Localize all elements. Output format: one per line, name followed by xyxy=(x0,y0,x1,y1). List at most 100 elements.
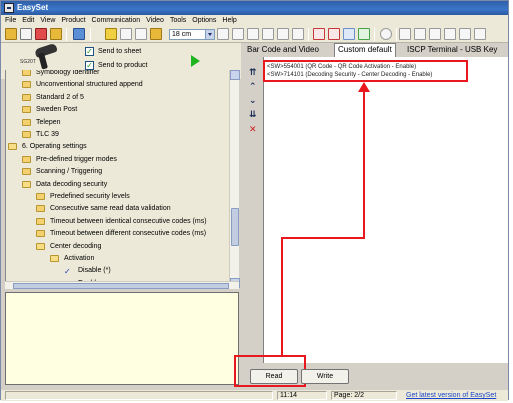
barcode-icon[interactable] xyxy=(217,28,229,40)
folder-icon xyxy=(36,217,45,225)
play-icon[interactable] xyxy=(191,55,200,67)
open-file-icon[interactable] xyxy=(50,28,62,40)
copy-icon[interactable] xyxy=(150,28,162,40)
command-sidebar: ⇈ ⌃ ⌄ ⇊ ✕ xyxy=(244,57,263,365)
move-up-icon[interactable]: ⌃ xyxy=(249,81,257,91)
scroll-thumb[interactable] xyxy=(13,283,229,289)
tree-item[interactable]: Symbology Identifier xyxy=(22,70,229,79)
menu-view[interactable]: View xyxy=(37,15,58,26)
tile-icon[interactable] xyxy=(444,28,456,40)
tree-item[interactable]: Unconventional structured append xyxy=(22,79,229,91)
table-grid-icon[interactable] xyxy=(277,28,289,40)
tree-item[interactable]: Sweden Post xyxy=(22,104,229,116)
delete-icon[interactable]: ✕ xyxy=(249,124,257,134)
write-button[interactable]: Write xyxy=(301,369,349,384)
cut-icon[interactable] xyxy=(135,28,147,40)
latest-version-link[interactable]: Get latest version of EasySet xyxy=(406,390,496,401)
annotation-arrow-line xyxy=(281,237,283,357)
barcode-small-icon[interactable] xyxy=(247,28,259,40)
tree-item[interactable]: Scanning / Triggering xyxy=(22,166,229,178)
zoom-select[interactable]: 18 cm xyxy=(169,29,215,40)
tree-vertical-scrollbar[interactable] xyxy=(229,70,240,288)
barcode-vertical-icon[interactable] xyxy=(292,28,304,40)
scroll-thumb[interactable] xyxy=(231,208,239,246)
tree-item[interactable]: Timeout between identical consecutive co… xyxy=(36,216,229,228)
pdf-icon[interactable] xyxy=(35,28,47,40)
red-check-icon[interactable] xyxy=(313,28,325,40)
save-icon[interactable] xyxy=(73,28,85,40)
dotted-square-icon[interactable] xyxy=(343,28,355,40)
check-cross-icon[interactable] xyxy=(328,28,340,40)
tab-iscp-terminal[interactable]: ISCP Terminal - USB Key xyxy=(404,44,501,57)
menu-options[interactable]: Options xyxy=(189,15,219,26)
menu-file[interactable]: File xyxy=(1,15,19,26)
tree-item[interactable]: Predefined security levels xyxy=(36,191,229,203)
folder-icon xyxy=(22,155,31,163)
menu-product[interactable]: Product xyxy=(58,15,88,26)
app-window: EasySet File Edit View Product Communication… xyxy=(0,0,509,401)
tree-item-label: Standard 2 of 5 xyxy=(36,93,84,101)
tree-item[interactable]: ✓ Disable (*) xyxy=(64,265,229,277)
send-to-sheet-checkbox[interactable]: ✓ xyxy=(85,47,94,56)
tree-item-label: Center decoding xyxy=(50,242,102,250)
menu-edit[interactable]: Edit xyxy=(19,15,37,26)
tree-item[interactable]: Telepen xyxy=(22,117,229,129)
tree-item[interactable]: TLC 39 xyxy=(22,129,229,141)
folder-icon xyxy=(36,230,45,238)
pencil-icon[interactable] xyxy=(105,28,117,40)
menu-communication[interactable]: Communication xyxy=(89,15,144,26)
device-model: SG20T xyxy=(20,59,36,65)
window-icon[interactable] xyxy=(414,28,426,40)
move-down-icon[interactable]: ⌄ xyxy=(249,95,257,105)
tree-item[interactable]: Timeout between different consecutive co… xyxy=(36,228,229,240)
toolbar-separator xyxy=(308,28,309,41)
settings-tree: Symbology Identifier Unconventional struc… xyxy=(5,70,229,284)
tree-item[interactable]: 6. Operating settings xyxy=(8,141,229,153)
folder-icon xyxy=(22,81,31,89)
open-folder-icon[interactable] xyxy=(5,28,17,40)
scroll-up-icon[interactable] xyxy=(230,70,240,80)
tree-item[interactable]: Consecutive same read data validation xyxy=(36,203,229,215)
tree-horizontal-scrollbar[interactable] xyxy=(5,281,239,289)
check-icon[interactable] xyxy=(358,28,370,40)
send-to-product-checkbox[interactable]: ✓ xyxy=(85,61,94,70)
tree-item[interactable]: Activation xyxy=(50,253,229,265)
menu-video[interactable]: Video xyxy=(143,15,167,26)
layout-icon[interactable] xyxy=(429,28,441,40)
tree-item[interactable]: Standard 2 of 5 xyxy=(22,92,229,104)
tab-bar-code-and-video[interactable]: Bar Code and Video xyxy=(244,44,322,57)
folder-icon xyxy=(22,168,31,176)
custom-code-area[interactable]: <SW>554001 (QR Code - QR Code Activation… xyxy=(263,57,508,363)
move-bottom-icon[interactable]: ⇊ xyxy=(249,109,257,119)
window-title: EasySet xyxy=(17,3,49,12)
tab-custom-default[interactable]: Custom default xyxy=(334,43,396,57)
panel-icon[interactable] xyxy=(474,28,486,40)
status-time: 11:14 xyxy=(277,391,327,400)
menu-help[interactable]: Help xyxy=(219,15,239,26)
barcode-960-icon[interactable] xyxy=(262,28,274,40)
chevron-down-icon[interactable] xyxy=(205,30,214,39)
dotted-grid-icon[interactable] xyxy=(232,28,244,40)
toolbar-separator xyxy=(396,28,397,41)
tree-item-label: Predefined security levels xyxy=(50,193,130,200)
send-to-sheet-label: Send to sheet xyxy=(98,48,142,55)
menu-tools[interactable]: Tools xyxy=(167,15,189,26)
toolbar-separator xyxy=(90,28,91,41)
folder-icon xyxy=(22,106,31,114)
tree-item[interactable]: Data decoding security xyxy=(22,179,229,191)
read-button[interactable]: Read xyxy=(250,369,298,384)
tree-item-label: Consecutive same read data validation xyxy=(50,205,171,213)
status-page: Page: 2/2 xyxy=(331,391,397,400)
new-document-icon[interactable] xyxy=(20,28,32,40)
undo-icon[interactable] xyxy=(120,28,132,40)
move-top-icon[interactable]: ⇈ xyxy=(249,67,257,77)
tree-item[interactable]: Center decoding xyxy=(36,241,229,253)
resize-grip-icon[interactable] xyxy=(498,391,508,400)
tree-item[interactable]: Pre-defined trigger modes xyxy=(22,154,229,166)
help-icon[interactable] xyxy=(380,28,392,40)
tree-item-label: Scanning / Triggering xyxy=(36,168,103,176)
tree-item-label: Disable (*) xyxy=(78,267,111,275)
toolbar: 18 cm xyxy=(1,26,508,43)
columns-icon[interactable] xyxy=(459,28,471,40)
monitor-icon[interactable] xyxy=(399,28,411,40)
